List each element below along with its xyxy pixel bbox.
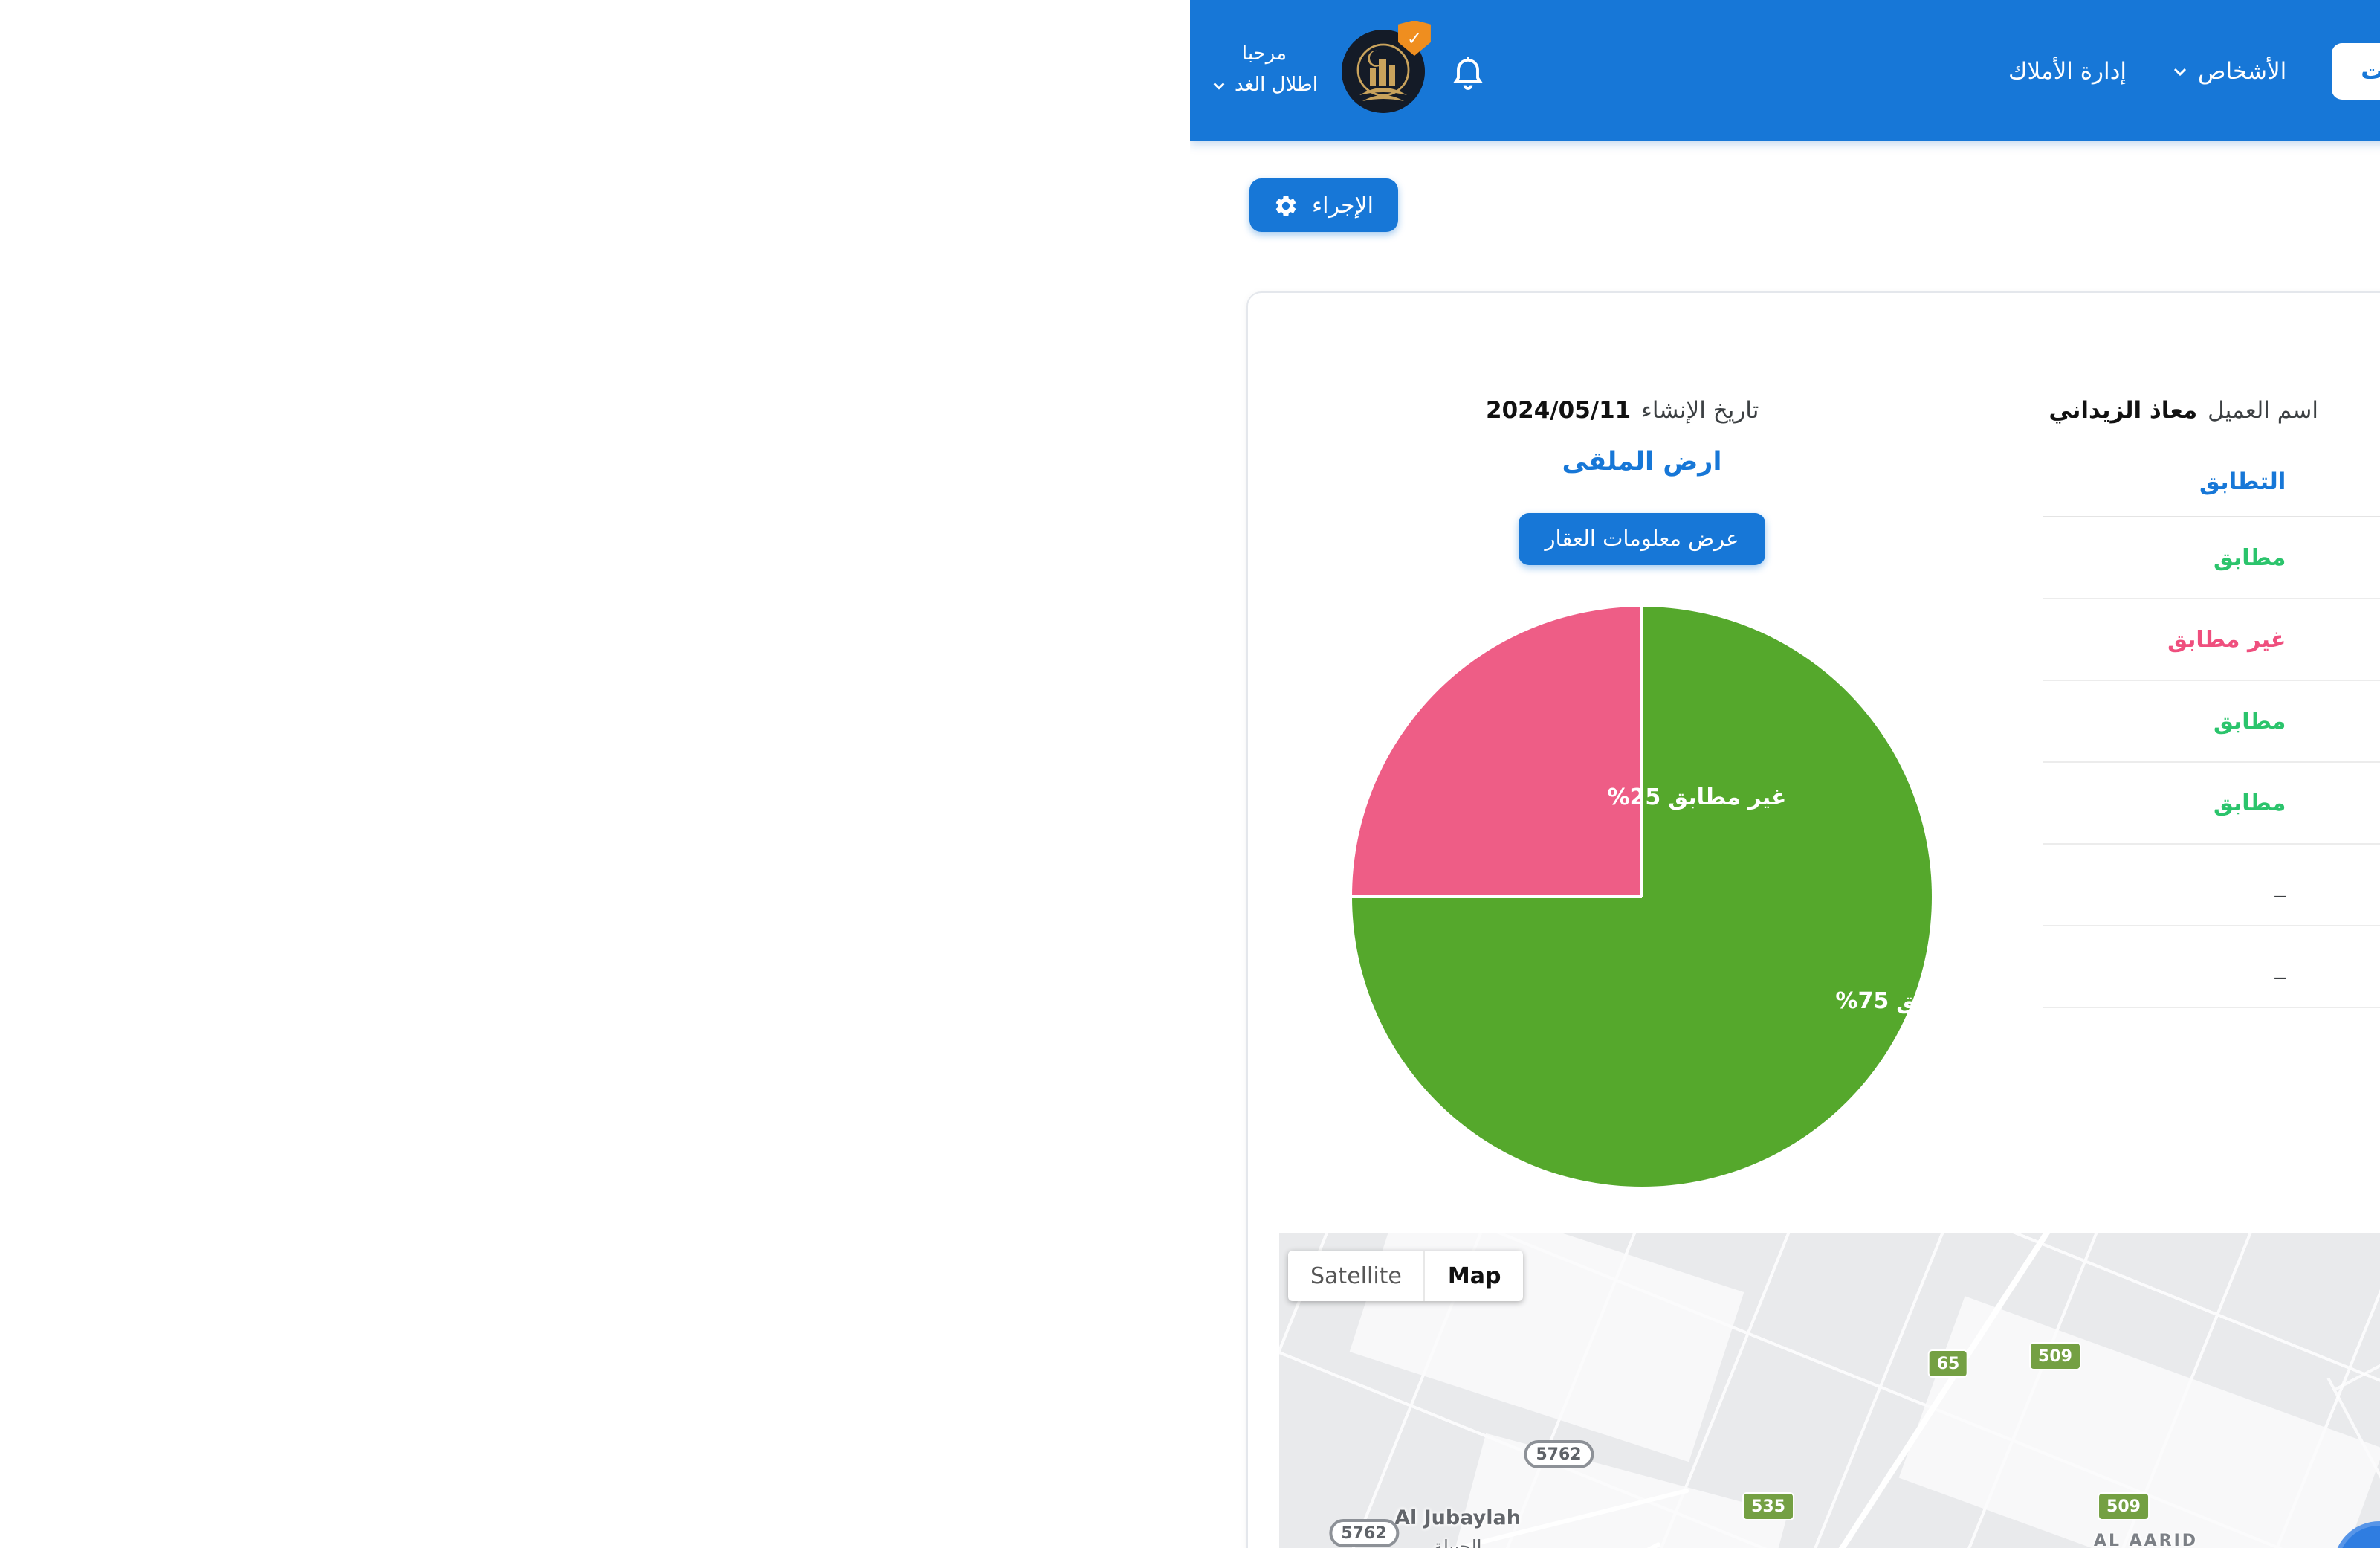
navbar: العروض لوحة المعلومات الطلبات الأشخاص إد… [1190,0,2380,141]
cell-match: غير مطابق [2043,599,2297,680]
nav-item-property-management[interactable]: إدارة الأملاك [2008,57,2127,84]
nav-item-requests[interactable]: الطلبات [2331,42,2380,99]
nav-menu: العروض لوحة المعلومات الطلبات الأشخاص إد… [2008,0,2380,141]
col-offer: العروض [2297,448,2380,517]
cell-offer: 1,080,000 ريال [2297,599,2380,680]
pie-separator [1352,895,1642,898]
road-shield: 5762 [1524,1440,1593,1468]
creation-date-value: 2024/05/11 [1486,397,1631,424]
cell-offer: أرض سكنية [2297,680,2380,762]
road-shield: 509 [2098,1492,2150,1520]
action-button[interactable]: الإجراء [1249,178,1397,232]
match-pie-chart: غير مطابق%25 مطابق%75 [1352,607,1932,1187]
road-shield: 5762 [1329,1519,1398,1547]
greeting-block[interactable]: مرحبا اطلال الغد [1211,41,1318,101]
matched-property-panel: ارض الملقى عرض معلومات العقار غير مطابق%… [1293,448,1991,1187]
gear-icon [1273,193,1299,218]
notifications-bell-icon[interactable] [1449,51,1487,90]
property-title: ارض الملقى [1293,448,1991,477]
cell-match: مطابق [2043,517,2297,599]
cell-offer: بيع [2297,762,2380,844]
road-shield: 535 [1742,1492,1794,1520]
table-row: وجود انترنت لا يوجد نعم _ [2043,844,2380,926]
cell-match: مطابق [2043,762,2297,844]
compare-subtitle: اختر عقار من الخريطة لمقارنة مدى توافق م… [1278,1185,2380,1213]
pie-label-no-match: غير مطابق%25 [1607,784,1786,810]
creation-date: تاريخ الإنشاء 2024/05/11 [1486,397,1759,424]
client-name-label: اسم العميل [2208,397,2318,424]
table-row: تفاصيل يفضل تكون على شارعين test _ [2043,926,2380,1007]
table-row: المساحة من 500 م² الى 1,200 م² 800 م² مط… [2043,517,2380,599]
creation-date-label: تاريخ الإنشاء [1641,397,1759,424]
table-header-row: الحقل الطلب العروض التطابق [2043,448,2380,517]
account-name: اطلال الغد [1235,71,1318,100]
cell-match: _ [2043,926,2297,1007]
chevron-down-icon [2171,62,2189,80]
map-place-label: AL AARID [2094,1531,2198,1548]
app-root: العروض لوحة المعلومات الطلبات الأشخاص إد… [1190,0,2380,1548]
pie-separator [1640,607,1643,897]
user-area: ✓ مرحبا اطلال الغد [1211,0,1487,141]
road-shield: 509 [2029,1342,2081,1370]
map-place-label: Al Jubaylah [1394,1506,1521,1530]
chevron-down-icon [1211,77,1227,94]
col-match: التطابق [2043,448,2297,517]
cell-offer: 800 م² [2297,517,2380,599]
pie-label-match: مطابق%75 [1835,987,1968,1014]
page-head: تفاصيل الطلب الإجراء [1249,175,2380,247]
map-toggle[interactable]: Map [1426,1251,1524,1301]
avatar[interactable]: ✓ [1342,29,1425,112]
cell-match: _ [2043,844,2297,926]
map-type-control: Satellite Map [1288,1251,1523,1301]
greeting-text: مرحبا [1211,41,1318,71]
compare-heading-row: مقارنة معلومات الطلب مع عقارات كوكب جارو [1278,1126,2380,1161]
satellite-toggle[interactable]: Satellite [1288,1251,1424,1301]
request-info-row: تم الإنشاء بواسطة اشرف رقم جوال العميل 0… [1486,385,2380,436]
comparison-table: الحقل الطلب العروض التطابق المساحة من 50… [2043,448,2380,1008]
map-place-label: الجبيلة [1434,1536,1482,1548]
client-name-value: معاذ الزيداني [2048,397,2197,424]
cell-offer: test [2297,926,2380,1007]
client-name: اسم العميل معاذ الزيداني [2048,397,2318,424]
table-row: السعر من 3,500,000 ريال الى 5,500,000 ري… [2043,599,2380,680]
table-row: نوع العقار أرض سكنية أرض سكنية مطابق [2043,680,2380,762]
road-shield: 65 [1928,1349,1969,1378]
cell-match: مطابق [2043,680,2297,762]
table-row: نوع العروض شراء بيع مطابق [2043,762,2380,844]
action-button-label: الإجراء [1312,192,1374,219]
map[interactable]: 65 509 539 5333 539 509 5762 5762 535 55… [1279,1233,2380,1548]
compare-section: مقارنة معلومات الطلب مع عقارات كوكب جارو… [1278,1126,2380,1213]
request-details-card: مشاركة العقار المحدد مع العميل مشاركة مع… [1246,291,2380,1548]
nav-item-people[interactable]: الأشخاص [2171,57,2286,84]
view-property-button[interactable]: عرض معلومات العقار [1519,513,1766,565]
cell-offer: نعم [2297,844,2380,926]
nav-item-people-label: الأشخاص [2198,57,2286,84]
